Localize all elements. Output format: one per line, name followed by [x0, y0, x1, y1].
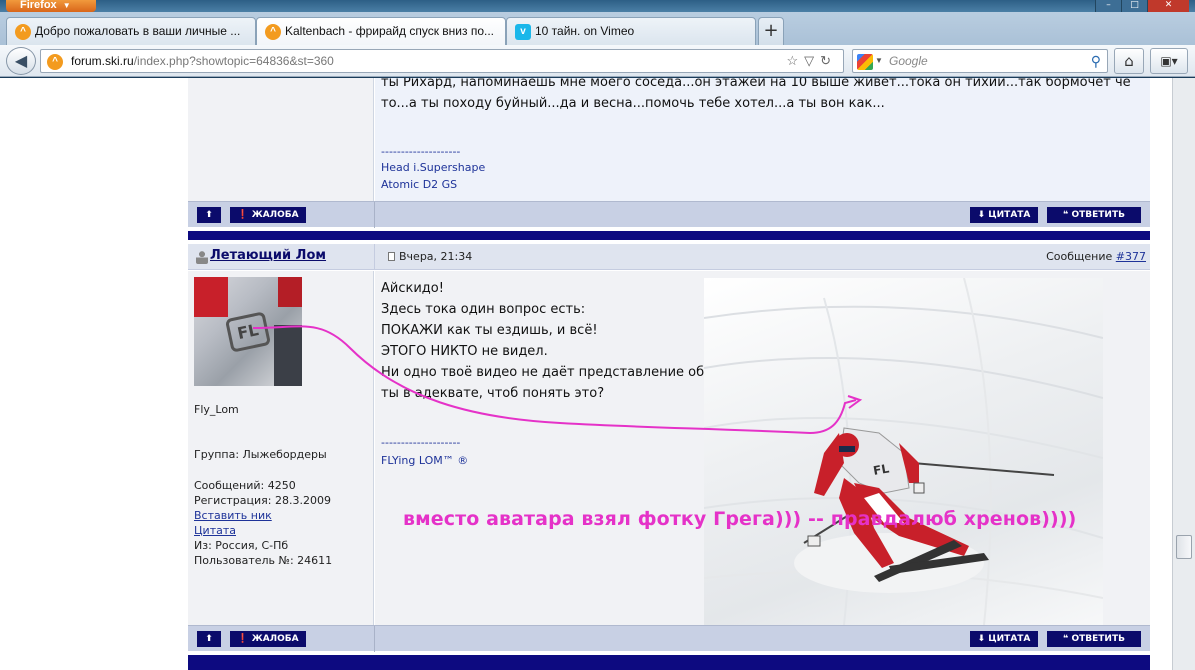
tab-welcome[interactable]: ^ Добро пожаловать в ваши личные ... — [6, 17, 256, 45]
engine-dropdown-icon[interactable]: ▼ — [875, 50, 883, 72]
exclamation-icon: ❗ — [237, 634, 252, 644]
ski-favicon-icon: ^ — [15, 24, 31, 40]
firefox-menu-button[interactable]: Firefox ▼ — [6, 0, 96, 12]
vimeo-favicon-icon: v — [515, 24, 531, 40]
page-content: ты Рихард, напоминаешь мне моего соседа.… — [0, 78, 1172, 670]
url-tools: ☆▽↻ — [786, 50, 837, 72]
reply-button[interactable]: ❝ ОТВЕТИТЬ — [1047, 631, 1141, 647]
tab-bar: ^ Добро пожаловать в ваши личные ... ^ K… — [0, 12, 1195, 45]
tab-vimeo[interactable]: v 10 тайн. on Vimeo — [506, 17, 756, 45]
scroll-top-button[interactable]: ⬆ — [197, 631, 221, 647]
minimize-button[interactable]: – — [1095, 0, 1121, 12]
post-separator — [188, 655, 1150, 670]
google-icon[interactable]: g — [857, 54, 873, 70]
url-path: /index.php?showtopic=64836&st=360 — [133, 54, 334, 68]
arrow-up-icon: ⬆ — [205, 634, 213, 644]
report-label: ЖАЛОБА — [251, 634, 299, 644]
tab-kaltenbach[interactable]: ^ Kaltenbach - фрирайд спуск вниз по... — [256, 17, 506, 45]
reload-icon[interactable]: ↻ — [820, 53, 837, 68]
quote-button[interactable]: ⬇ ЦИТАТА — [970, 631, 1038, 647]
ski-favicon-icon: ^ — [265, 24, 281, 40]
post-action-bar: ⬆ ❗ ЖАЛОБА ⬇ ЦИТАТА ❝ ОТВЕТИТЬ — [188, 625, 1150, 652]
tab-label: 10 тайн. on Vimeo — [535, 24, 635, 38]
close-window-button[interactable]: ✕ — [1147, 0, 1189, 12]
bookmarks-button[interactable]: ▣▾ — [1150, 48, 1188, 74]
divider — [374, 626, 375, 652]
arrow-down-icon: ⬇ — [977, 634, 989, 644]
maximize-button[interactable]: □ — [1121, 0, 1147, 12]
report-button[interactable]: ❗ ЖАЛОБА — [230, 631, 306, 647]
history-dropdown-icon[interactable]: ▽ — [804, 53, 820, 68]
home-button[interactable]: ⌂ — [1114, 48, 1144, 74]
site-identity-icon: ^ — [47, 54, 63, 70]
firefox-menu-label: Firefox — [20, 0, 57, 11]
search-placeholder: Google — [889, 54, 928, 68]
bookmark-star-icon[interactable]: ☆ — [786, 53, 804, 68]
search-icon[interactable]: ⚲ — [1091, 50, 1101, 72]
back-button[interactable]: ◀ — [6, 47, 36, 75]
scrollbar-thumb[interactable] — [1176, 535, 1192, 559]
annotation-text: вместо аватара взял фотку Грега))) -- пр… — [403, 508, 1077, 530]
new-tab-button[interactable]: + — [758, 17, 784, 45]
navigation-bar: ◀ ^ forum.ski.ru/index.php?showtopic=648… — [0, 45, 1195, 77]
quote-label: ЦИТАТА — [988, 634, 1031, 644]
browser-window: Firefox ▼ – □ ✕ ^ Добро пожаловать в ваши… — [0, 0, 1195, 670]
tab-label: Kaltenbach - фрирайд спуск вниз по... — [285, 24, 495, 38]
vertical-scrollbar[interactable] — [1172, 78, 1195, 670]
window-controls: – □ ✕ — [1095, 0, 1189, 12]
reply-label: ОТВЕТИТЬ — [1071, 634, 1125, 644]
annotation-arrow — [252, 325, 863, 435]
tab-label: Добро пожаловать в ваши личные ... — [35, 24, 241, 38]
url-domain: forum.ski.ru — [71, 54, 134, 68]
url-bar[interactable]: ^ forum.ski.ru/index.php?showtopic=64836… — [40, 49, 844, 73]
title-bar: Firefox ▼ – □ ✕ — [0, 0, 1195, 12]
chevron-down-icon: ▼ — [62, 1, 71, 10]
page-right-margin — [1150, 78, 1172, 670]
search-box[interactable]: g ▼ Google ⚲ — [852, 49, 1108, 73]
